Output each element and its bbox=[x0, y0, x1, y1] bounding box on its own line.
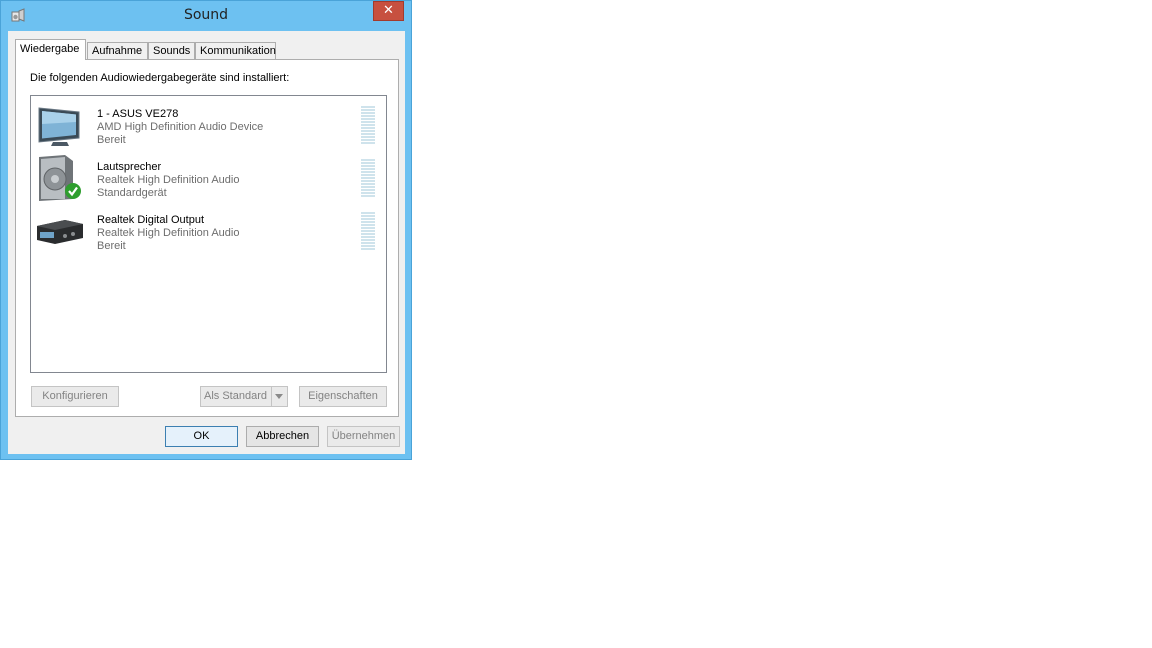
list-item[interactable]: Lautsprecher Realtek High Definition Aud… bbox=[33, 153, 383, 203]
intro-text: Die folgenden Audiowiedergabegeräte sind… bbox=[30, 72, 290, 84]
device-driver: AMD High Definition Audio Device bbox=[97, 121, 264, 133]
device-driver: Realtek High Definition Audio bbox=[97, 227, 240, 239]
window-title: Sound bbox=[183, 7, 229, 23]
device-status: Bereit bbox=[97, 134, 126, 146]
default-check-icon bbox=[65, 183, 81, 199]
device-name: Lautsprecher bbox=[97, 161, 162, 173]
properties-label: Eigenschaften bbox=[308, 390, 378, 402]
dialog-client-area: Wiedergabe Aufnahme Sounds Kommunikation… bbox=[8, 31, 405, 454]
apply-button[interactable]: Übernehmen bbox=[327, 426, 400, 447]
properties-button[interactable]: Eigenschaften bbox=[299, 386, 387, 407]
device-info: Realtek Digital Output Realtek High Defi… bbox=[97, 214, 239, 253]
device-driver: Realtek High Definition Audio bbox=[97, 174, 240, 186]
speaker-icon bbox=[39, 155, 81, 201]
tab-wiedergabe[interactable]: Wiedergabe bbox=[15, 39, 86, 60]
tab-sounds[interactable]: Sounds bbox=[148, 42, 195, 59]
chevron-down-icon[interactable] bbox=[271, 387, 287, 406]
close-button[interactable]: ✕ bbox=[373, 1, 404, 21]
device-name: Realtek Digital Output bbox=[97, 214, 204, 226]
cancel-button[interactable]: Abbrechen bbox=[246, 426, 319, 447]
title-bar[interactable]: Sound ✕ bbox=[1, 1, 411, 31]
level-meter bbox=[361, 106, 375, 146]
level-meter bbox=[361, 212, 375, 252]
set-default-label: Als Standard bbox=[204, 390, 267, 402]
level-meter bbox=[361, 159, 375, 199]
sound-dialog: Sound ✕ Wiedergabe Aufnahme Sounds Kommu… bbox=[0, 0, 412, 460]
close-icon: ✕ bbox=[383, 3, 394, 18]
device-status: Standardgerät bbox=[97, 187, 167, 199]
device-name: 1 - ASUS VE278 bbox=[97, 108, 179, 120]
configure-label: Konfigurieren bbox=[42, 390, 108, 402]
ok-button[interactable]: OK bbox=[165, 426, 238, 447]
device-list[interactable]: 1 - ASUS VE278 AMD High Definition Audio… bbox=[30, 95, 387, 373]
digital-output-icon bbox=[37, 220, 83, 244]
device-info: 1 - ASUS VE278 AMD High Definition Audio… bbox=[97, 108, 263, 147]
set-default-button[interactable]: Als Standard bbox=[200, 386, 288, 407]
device-status: Bereit bbox=[97, 240, 126, 252]
list-item[interactable]: Realtek Digital Output Realtek High Defi… bbox=[33, 206, 383, 256]
playback-tab-panel: Die folgenden Audiowiedergabegeräte sind… bbox=[15, 59, 399, 417]
device-info: Lautsprecher Realtek High Definition Aud… bbox=[97, 161, 239, 200]
tab-aufnahme[interactable]: Aufnahme bbox=[87, 42, 148, 59]
tab-kommunikation[interactable]: Kommunikation bbox=[195, 42, 276, 59]
monitor-icon bbox=[38, 107, 80, 146]
configure-button[interactable]: Konfigurieren bbox=[31, 386, 119, 407]
list-item[interactable]: 1 - ASUS VE278 AMD High Definition Audio… bbox=[33, 100, 383, 150]
